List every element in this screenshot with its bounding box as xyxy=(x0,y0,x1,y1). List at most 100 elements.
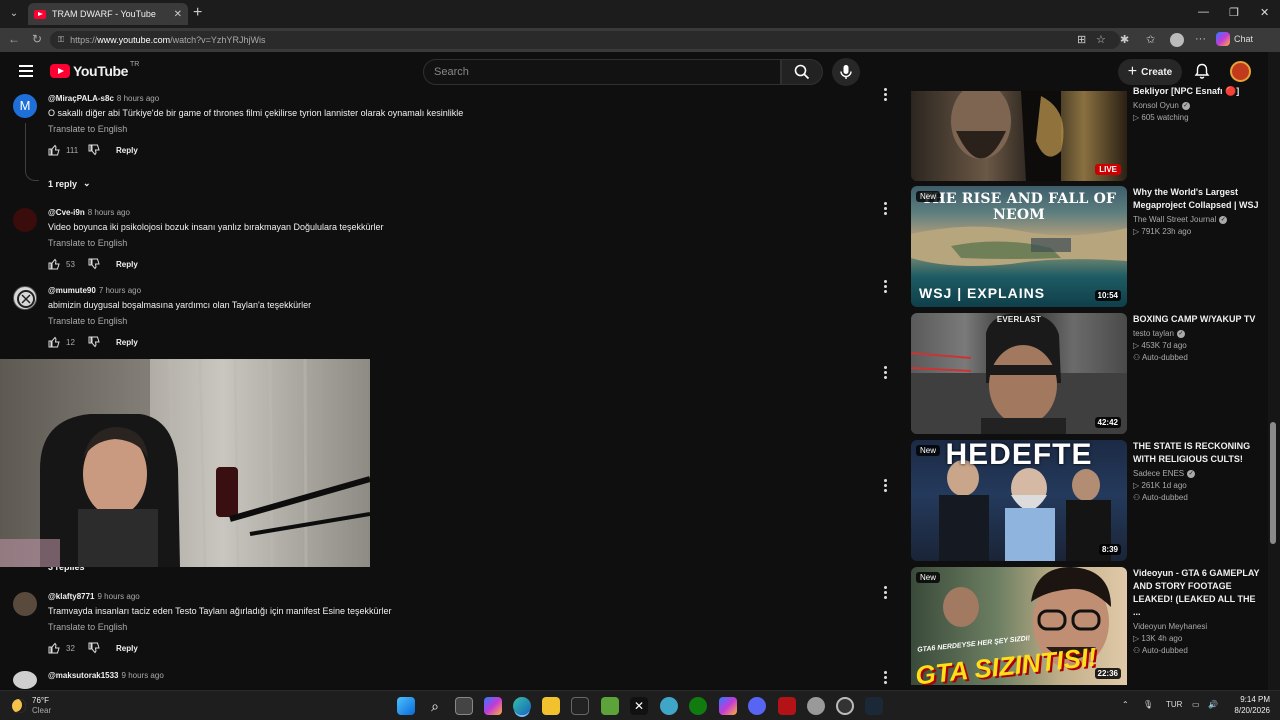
comment-time[interactable]: 7 hours ago xyxy=(99,286,141,295)
create-button[interactable]: + Create xyxy=(1118,59,1182,85)
page-scrollbar[interactable] xyxy=(1268,52,1280,692)
comment-more-icon[interactable] xyxy=(884,671,890,686)
channel-name[interactable]: Konsol Oyun ✓ xyxy=(1133,101,1263,110)
dislike-icon[interactable] xyxy=(88,642,100,654)
reply-button[interactable]: Reply xyxy=(116,644,138,653)
commenter-avatar[interactable] xyxy=(13,286,37,310)
copilot-icon[interactable] xyxy=(484,697,502,715)
comment-more-icon[interactable] xyxy=(884,280,890,295)
comment-author[interactable]: @klafty8771 xyxy=(48,592,95,601)
related-video[interactable]: LIVE Bekliyor [NPC Esnafı 🔴] Konsol Oyun… xyxy=(911,86,1263,181)
comment-author[interactable]: @Cve-i9n xyxy=(48,208,85,217)
capcut-icon[interactable]: ✕ xyxy=(630,697,648,715)
site-info-icon[interactable]: ⚿ xyxy=(58,35,64,45)
minecraft-icon[interactable] xyxy=(601,697,619,715)
like-icon[interactable] xyxy=(48,144,60,156)
discord-icon[interactable] xyxy=(748,697,766,715)
comment-author[interactable]: @mumute90 xyxy=(48,286,96,295)
back-button[interactable]: ← xyxy=(8,32,20,46)
channel-name[interactable]: Videoyun Meyhanesi xyxy=(1133,622,1263,631)
restore-button[interactable]: ❐ xyxy=(1229,6,1239,19)
dislike-icon[interactable] xyxy=(88,144,100,156)
tab-actions-menu-icon[interactable]: ⌄ xyxy=(4,4,24,24)
related-video[interactable]: EVERLAST 42:42 BOXING CAMP W/YAKUP TV te… xyxy=(911,313,1261,434)
commenter-avatar[interactable] xyxy=(13,208,37,232)
volume-icon[interactable]: 🔊 xyxy=(1208,700,1218,709)
comment-time[interactable]: 9 hours ago xyxy=(98,592,140,601)
edge-browser-icon[interactable] xyxy=(513,697,531,715)
commenter-avatar[interactable] xyxy=(13,592,37,616)
search-input[interactable]: Search xyxy=(423,59,781,85)
tray-overflow-icon[interactable]: ⌃ xyxy=(1122,700,1129,709)
like-icon[interactable] xyxy=(48,336,60,348)
related-video[interactable]: GTA6 NERDEYSE HER ŞEY SIZDI! GTA SIZINTI… xyxy=(911,567,1261,685)
video-thumbnail[interactable]: LIVE xyxy=(911,91,1127,181)
weather-widget[interactable]: 76°F Clear xyxy=(12,696,51,716)
reply-button[interactable]: Reply xyxy=(116,146,138,155)
youtube-logo[interactable]: YouTube TR xyxy=(50,61,139,79)
favorites-icon[interactable]: ✩ xyxy=(1146,33,1155,46)
task-view-icon[interactable] xyxy=(455,697,473,715)
obs-icon[interactable] xyxy=(836,697,854,715)
voice-search-button[interactable] xyxy=(832,58,860,86)
video-title[interactable]: Why the World's Largest Megaproject Coll… xyxy=(1133,186,1263,212)
dislike-icon[interactable] xyxy=(88,258,100,270)
comment-time[interactable]: 9 hours ago xyxy=(122,671,164,680)
tab-close-icon[interactable]: ✕ xyxy=(174,9,182,20)
microphone-tray-icon[interactable]: 🎙 xyxy=(1143,700,1153,709)
app-shield-icon[interactable] xyxy=(807,697,825,715)
start-windows-icon[interactable] xyxy=(397,697,415,715)
commenter-avatar[interactable]: M xyxy=(13,94,37,118)
input-language[interactable]: TUR xyxy=(1166,700,1182,709)
view-replies-button[interactable]: 1 reply ⌄ xyxy=(48,178,91,189)
refresh-button[interactable]: ↻ xyxy=(32,32,42,46)
comment-more-icon[interactable] xyxy=(884,479,890,494)
translate-link[interactable]: Translate to English xyxy=(48,124,127,134)
microsoft-365-icon[interactable] xyxy=(719,697,737,715)
microsoft-store-icon[interactable] xyxy=(571,697,589,715)
channel-name[interactable]: The Wall Street Journal ✓ xyxy=(1133,215,1263,224)
notifications-bell-icon[interactable] xyxy=(1194,63,1210,80)
video-thumbnail[interactable]: THE RISE AND FALL OF NEOM WSJ | EXPLAINS… xyxy=(911,186,1127,307)
reply-button[interactable]: Reply xyxy=(116,338,138,347)
steam-icon[interactable] xyxy=(865,697,883,715)
comment-author[interactable]: @maksutorak1533 xyxy=(48,671,119,680)
more-options-icon[interactable]: ··· xyxy=(1195,33,1206,45)
comment-more-icon[interactable] xyxy=(884,366,890,381)
channel-name[interactable]: Sadece ENES ✓ xyxy=(1133,469,1263,478)
video-thumbnail[interactable]: EVERLAST 42:42 xyxy=(911,313,1127,434)
related-video[interactable]: HEDEFTE New 8:39 THE STATE IS RECKONING … xyxy=(911,440,1261,561)
minimize-button[interactable]: — xyxy=(1198,6,1209,18)
search-icon[interactable]: ⌕ xyxy=(426,697,444,715)
related-video[interactable]: THE RISE AND FALL OF NEOM WSJ | EXPLAINS… xyxy=(911,186,1261,307)
video-thumbnail[interactable]: GTA6 NERDEYSE HER ŞEY SIZDI! GTA SIZINTI… xyxy=(911,567,1127,685)
menu-hamburger-icon[interactable] xyxy=(19,65,33,80)
translate-link[interactable]: Translate to English xyxy=(48,622,127,632)
file-explorer-icon[interactable] xyxy=(542,697,560,715)
like-icon[interactable] xyxy=(48,642,60,654)
comment-more-icon[interactable] xyxy=(884,88,890,103)
video-title[interactable]: Bekliyor [NPC Esnafı 🔴] xyxy=(1133,85,1263,98)
translate-link[interactable]: Translate to English xyxy=(48,316,127,326)
favorite-star-icon[interactable]: ☆ xyxy=(1096,33,1106,46)
comment-more-icon[interactable] xyxy=(884,586,890,601)
like-icon[interactable] xyxy=(48,258,60,270)
address-bar[interactable]: ⚿ https://www.youtube.com/watch?v=YzhYRJ… xyxy=(50,31,1120,49)
app-available-icon[interactable]: ⊞ xyxy=(1077,33,1086,46)
search-button[interactable] xyxy=(781,59,823,85)
reply-button[interactable]: Reply xyxy=(116,260,138,269)
globe-icon[interactable] xyxy=(660,697,678,715)
extensions-icon[interactable]: ✱ xyxy=(1120,33,1129,46)
media-app-icon[interactable] xyxy=(778,697,796,715)
video-title[interactable]: BOXING CAMP W/YAKUP TV xyxy=(1133,313,1263,326)
commenter-avatar[interactable] xyxy=(13,671,37,689)
translate-link[interactable]: Translate to English xyxy=(48,238,127,248)
browser-tab[interactable]: TRAM DWARF - YouTube ✕ xyxy=(28,3,188,25)
scrollbar-thumb[interactable] xyxy=(1270,422,1276,544)
channel-name[interactable]: testo taylan ✓ xyxy=(1133,329,1263,338)
new-tab-button[interactable]: + xyxy=(193,4,202,22)
comment-time[interactable]: 8 hours ago xyxy=(117,94,159,103)
comment-time[interactable]: 8 hours ago xyxy=(88,208,130,217)
close-window-button[interactable]: ✕ xyxy=(1260,6,1269,19)
comment-author[interactable]: @MiraçPALA-s8c xyxy=(48,94,114,103)
